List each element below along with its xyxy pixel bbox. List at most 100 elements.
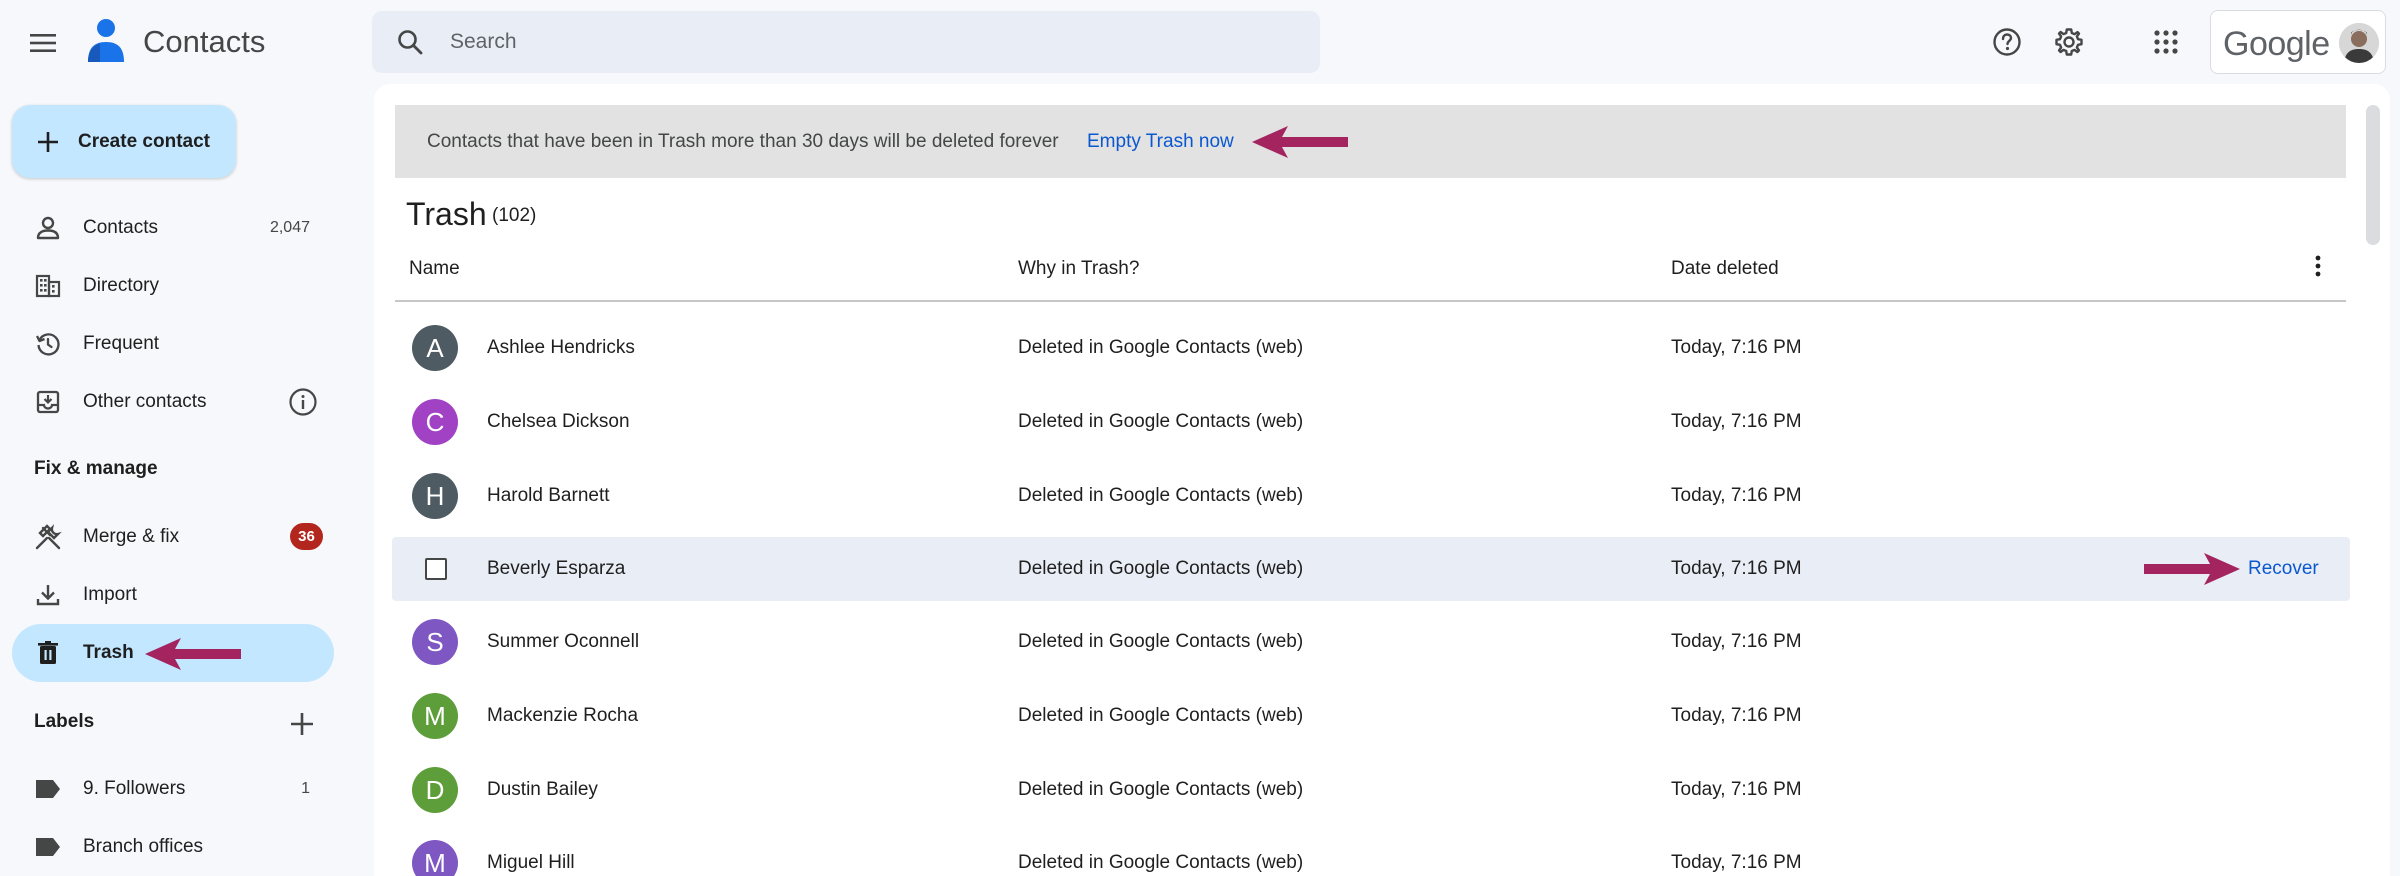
gear-icon bbox=[2055, 28, 2083, 56]
annotation-arrow-empty-trash bbox=[1252, 126, 1348, 158]
app-header: Contacts Google bbox=[0, 0, 2400, 84]
date-deleted: Today, 7:16 PM bbox=[1671, 779, 1802, 800]
more-options-button[interactable] bbox=[2302, 250, 2334, 282]
sidebar-item-label: Trash bbox=[83, 642, 134, 663]
trash-reason: Deleted in Google Contacts (web) bbox=[1018, 411, 1304, 432]
annotation-arrow-recover bbox=[2144, 553, 2240, 585]
trash-reason: Deleted in Google Contacts (web) bbox=[1018, 705, 1304, 726]
sidebar-item-label: Other contacts bbox=[83, 391, 207, 412]
table-row[interactable]: D Dustin Bailey Deleted in Google Contac… bbox=[392, 758, 2350, 822]
trash-reason: Deleted in Google Contacts (web) bbox=[1018, 631, 1304, 652]
sidebar-item-label: Frequent bbox=[83, 333, 160, 354]
create-contact-button[interactable]: Create contact bbox=[12, 105, 236, 178]
contact-avatar: C bbox=[412, 399, 458, 445]
fix-manage-heading: Fix & manage bbox=[34, 458, 158, 479]
sidebar-item-merge-fix[interactable]: Merge & fix 36 bbox=[12, 508, 334, 566]
contact-avatar: S bbox=[412, 619, 458, 665]
labels-heading: Labels bbox=[34, 711, 95, 732]
scrollbar-thumb[interactable] bbox=[2366, 105, 2380, 245]
date-deleted: Today, 7:16 PM bbox=[1671, 337, 1802, 358]
date-deleted: Today, 7:16 PM bbox=[1671, 485, 1802, 506]
contact-name: Summer Oconnell bbox=[487, 631, 640, 652]
person-icon bbox=[34, 214, 62, 242]
table-row[interactable]: H Harold Barnett Deleted in Google Conta… bbox=[392, 464, 2350, 528]
table-row[interactable]: S Summer Oconnell Deleted in Google Cont… bbox=[392, 610, 2350, 674]
sidebar-item-label: 9. Followers bbox=[83, 778, 186, 799]
table-header-divider bbox=[395, 300, 2346, 302]
table-row[interactable]: M Mackenzie Rocha Deleted in Google Cont… bbox=[392, 684, 2350, 748]
contacts-count: 2,047 bbox=[269, 219, 310, 236]
sidebar-label-branch-offices[interactable]: Branch offices bbox=[12, 818, 334, 876]
account-switcher[interactable]: Google bbox=[2210, 10, 2386, 74]
add-label-button[interactable] bbox=[284, 706, 320, 742]
label-icon bbox=[34, 833, 62, 861]
table-row[interactable]: A Ashlee Hendricks Deleted in Google Con… bbox=[392, 316, 2350, 380]
sidebar-item-label: Branch offices bbox=[83, 836, 204, 857]
empty-trash-link[interactable]: Empty Trash now bbox=[1087, 131, 1234, 153]
banner-text: Contacts that have been in Trash more th… bbox=[427, 131, 1059, 152]
sidebar-item-contacts[interactable]: Contacts 2,047 bbox=[12, 199, 334, 257]
sidebar-item-frequent[interactable]: Frequent bbox=[12, 315, 334, 373]
select-checkbox[interactable] bbox=[425, 558, 447, 580]
contact-name: Chelsea Dickson bbox=[487, 411, 630, 432]
account-avatar[interactable] bbox=[2339, 23, 2379, 63]
annotation-arrow-trash bbox=[145, 638, 241, 670]
google-wordmark: Google bbox=[2223, 25, 2330, 63]
contact-name: Miguel Hill bbox=[487, 852, 575, 873]
table-row-hovered[interactable]: Beverly Esparza Deleted in Google Contac… bbox=[392, 537, 2350, 601]
sidebar-label-followers[interactable]: 9. Followers 1 bbox=[12, 760, 334, 818]
support-button[interactable] bbox=[1985, 20, 2029, 64]
trash-retention-banner: Contacts that have been in Trash more th… bbox=[395, 105, 2346, 178]
table-row[interactable]: M Miguel Hill Deleted in Google Contacts… bbox=[392, 831, 2350, 876]
search-bar[interactable] bbox=[372, 11, 1320, 73]
sidebar-item-label: Merge & fix bbox=[83, 526, 180, 547]
contact-name: Harold Barnett bbox=[487, 485, 610, 506]
plus-icon bbox=[291, 713, 313, 735]
apps-button[interactable] bbox=[2144, 20, 2188, 64]
contact-name: Beverly Esparza bbox=[487, 558, 626, 579]
sidebar-item-directory[interactable]: Directory bbox=[12, 257, 334, 315]
create-contact-label: Create contact bbox=[78, 130, 210, 152]
trash-count: (102) bbox=[492, 205, 537, 226]
inbox-download-icon bbox=[34, 388, 62, 416]
history-icon bbox=[34, 330, 62, 358]
label-count: 1 bbox=[301, 780, 310, 797]
contact-avatar: H bbox=[412, 473, 458, 519]
search-icon[interactable] bbox=[396, 28, 424, 56]
sidebar-item-label: Contacts bbox=[83, 217, 158, 238]
date-deleted: Today, 7:16 PM bbox=[1671, 558, 1802, 579]
building-icon bbox=[34, 272, 62, 300]
help-icon bbox=[1993, 28, 2021, 56]
label-icon bbox=[34, 775, 62, 803]
main-menu-button[interactable] bbox=[20, 20, 66, 66]
sidebar-item-import[interactable]: Import bbox=[12, 566, 334, 624]
date-deleted: Today, 7:16 PM bbox=[1671, 631, 1802, 652]
hamburger-menu-icon bbox=[30, 34, 56, 52]
trash-reason: Deleted in Google Contacts (web) bbox=[1018, 779, 1304, 800]
info-icon[interactable] bbox=[288, 387, 318, 422]
app-title[interactable]: Contacts bbox=[143, 24, 265, 60]
apps-grid-icon bbox=[2154, 30, 2178, 54]
table-row[interactable]: C Chelsea Dickson Deleted in Google Cont… bbox=[392, 390, 2350, 454]
merge-fix-icon bbox=[34, 523, 62, 551]
sidebar-item-other-contacts[interactable]: Other contacts bbox=[12, 373, 334, 431]
trash-icon bbox=[34, 639, 62, 667]
date-deleted: Today, 7:16 PM bbox=[1671, 411, 1802, 432]
column-header-date[interactable]: Date deleted bbox=[1671, 258, 1779, 280]
date-deleted: Today, 7:16 PM bbox=[1671, 852, 1802, 873]
plus-icon bbox=[34, 128, 62, 156]
settings-button[interactable] bbox=[2047, 20, 2091, 64]
trash-reason: Deleted in Google Contacts (web) bbox=[1018, 558, 1304, 579]
column-header-name[interactable]: Name bbox=[409, 258, 460, 280]
more-vert-icon bbox=[2315, 255, 2321, 277]
contact-name: Ashlee Hendricks bbox=[487, 337, 635, 358]
search-input[interactable] bbox=[450, 11, 1290, 73]
trash-reason: Deleted in Google Contacts (web) bbox=[1018, 852, 1304, 873]
column-header-reason[interactable]: Why in Trash? bbox=[1018, 258, 1139, 280]
sidebar-item-label: Import bbox=[83, 584, 137, 605]
merge-count-badge: 36 bbox=[290, 523, 323, 550]
recover-button[interactable]: Recover bbox=[2248, 558, 2319, 580]
trash-reason: Deleted in Google Contacts (web) bbox=[1018, 485, 1304, 506]
trash-reason: Deleted in Google Contacts (web) bbox=[1018, 337, 1304, 358]
contacts-logo-icon bbox=[84, 18, 128, 64]
